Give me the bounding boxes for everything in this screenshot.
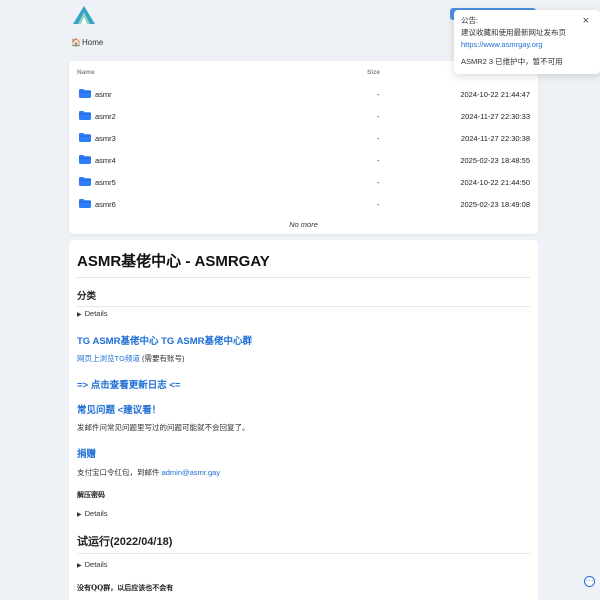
file-size: - (377, 156, 380, 165)
file-name[interactable]: asmr4 (95, 156, 116, 165)
donate-link[interactable]: 捐赠 (77, 446, 530, 460)
folder-icon (79, 177, 91, 186)
details-toggle-trial[interactable]: ▶ Details (77, 560, 530, 569)
notice-link[interactable]: https://www.asmrgay.org (461, 40, 543, 49)
donate-email-link[interactable]: admin@asmr.gay (162, 468, 220, 477)
col-name-header[interactable]: Name (77, 69, 95, 76)
file-name[interactable]: asmr6 (95, 200, 116, 209)
tg-line: 网页上浏览TG频道 (需要有账号) (77, 353, 530, 364)
file-row[interactable]: asmr2 - 2024-11-27 22:30:33 (77, 106, 530, 128)
notice-popup: 公告: 建议收藏和使用最新网址发布页 https://www.asmrgay.o… (454, 10, 600, 74)
file-row[interactable]: asmr4 - 2025-02-23 18:48:55 (77, 150, 530, 172)
file-modified: 2025-02-23 18:48:55 (460, 156, 530, 165)
file-name[interactable]: asmr3 (95, 134, 116, 143)
col-size-header[interactable]: Size (367, 69, 380, 76)
file-size: - (377, 112, 380, 121)
notice-title: 公告: (461, 16, 479, 25)
file-size: - (377, 90, 380, 99)
file-modified: 2024-11-27 22:30:33 (460, 112, 530, 121)
folder-icon (79, 155, 91, 164)
changelog-link[interactable]: => 点击查看更新日志 <= (77, 377, 530, 391)
file-size: - (377, 178, 380, 187)
file-modified: 2024-11-27 22:30:38 (460, 134, 530, 143)
readme-panel: ASMR基佬中心 - ASMRGAY 分类 ▶ Details TG ASMR基佬… (69, 240, 538, 600)
file-row[interactable]: asmr5 - 2024-10-22 21:44:50 (77, 172, 530, 194)
file-row[interactable]: asmr - 2024-10-22 21:44:47 (77, 84, 530, 106)
file-size: - (377, 200, 380, 209)
triangle-right-icon: ▶ (77, 563, 82, 569)
no-more-label: No more (289, 220, 318, 229)
tg-heading-link[interactable]: TG ASMR基佬中心 TG ASMR基佬中心群 (77, 333, 530, 347)
qq-note: 没有QQ群，以后应该也不会有 (77, 583, 174, 592)
file-size: - (377, 134, 380, 143)
logo-icon[interactable] (73, 6, 95, 24)
file-name[interactable]: asmr2 (95, 112, 116, 121)
triangle-right-icon: ▶ (77, 512, 82, 518)
folder-icon (79, 89, 91, 98)
donate-text: 支付宝口令红包，到邮件 (77, 468, 160, 477)
unzip-password-label: 解压密码 (77, 490, 105, 499)
close-icon[interactable]: × (583, 16, 589, 27)
file-row[interactable]: asmr6 - 2025-02-23 18:49:08 (77, 194, 530, 216)
breadcrumb-home[interactable]: Home (82, 38, 103, 47)
faq-note: 发邮件问常见问题里写过的问题可能就不会回复了。 (77, 423, 250, 432)
file-modified: 2024-10-22 21:44:50 (460, 178, 530, 187)
file-list: Name Size asmr - 2024-10-22 21:44:47 asmr2 -… (69, 61, 538, 234)
notice-line1: 建议收藏和使用最新网址发布页 (461, 28, 566, 37)
tg-browse-link[interactable]: 网页上浏览TG频道 (77, 354, 140, 363)
folder-icon (79, 133, 91, 142)
readme-title: ASMR基佬中心 - ASMRGAY (77, 250, 530, 278)
more-options-icon[interactable]: ··· (584, 576, 595, 587)
section-category-heading: 分类 (77, 288, 530, 307)
file-modified: 2025-02-23 18:49:08 (460, 200, 530, 209)
details-toggle-category[interactable]: ▶ Details (77, 309, 530, 318)
breadcrumb: 🏠 Home (71, 38, 103, 47)
folder-icon (79, 111, 91, 120)
tg-note: (需要有账号) (142, 354, 185, 363)
file-modified: 2024-10-22 21:44:47 (460, 90, 530, 99)
donate-line: 支付宝口令红包，到邮件 admin@asmr.gay (77, 467, 530, 478)
file-row[interactable]: asmr3 - 2024-11-27 22:30:38 (77, 128, 530, 150)
folder-icon (79, 199, 91, 208)
home-icon: 🏠 (71, 38, 81, 47)
details-toggle-password[interactable]: ▶ Details (77, 509, 530, 518)
trial-heading: 试运行(2022/04/18) (77, 533, 530, 554)
triangle-right-icon: ▶ (77, 312, 82, 318)
notice-line2: ASMR2 3 已维护中，暂不可用 (461, 57, 563, 66)
file-name[interactable]: asmr5 (95, 178, 116, 187)
faq-link[interactable]: 常见问题 <建议看！ (77, 402, 530, 416)
file-name[interactable]: asmr (95, 90, 112, 99)
